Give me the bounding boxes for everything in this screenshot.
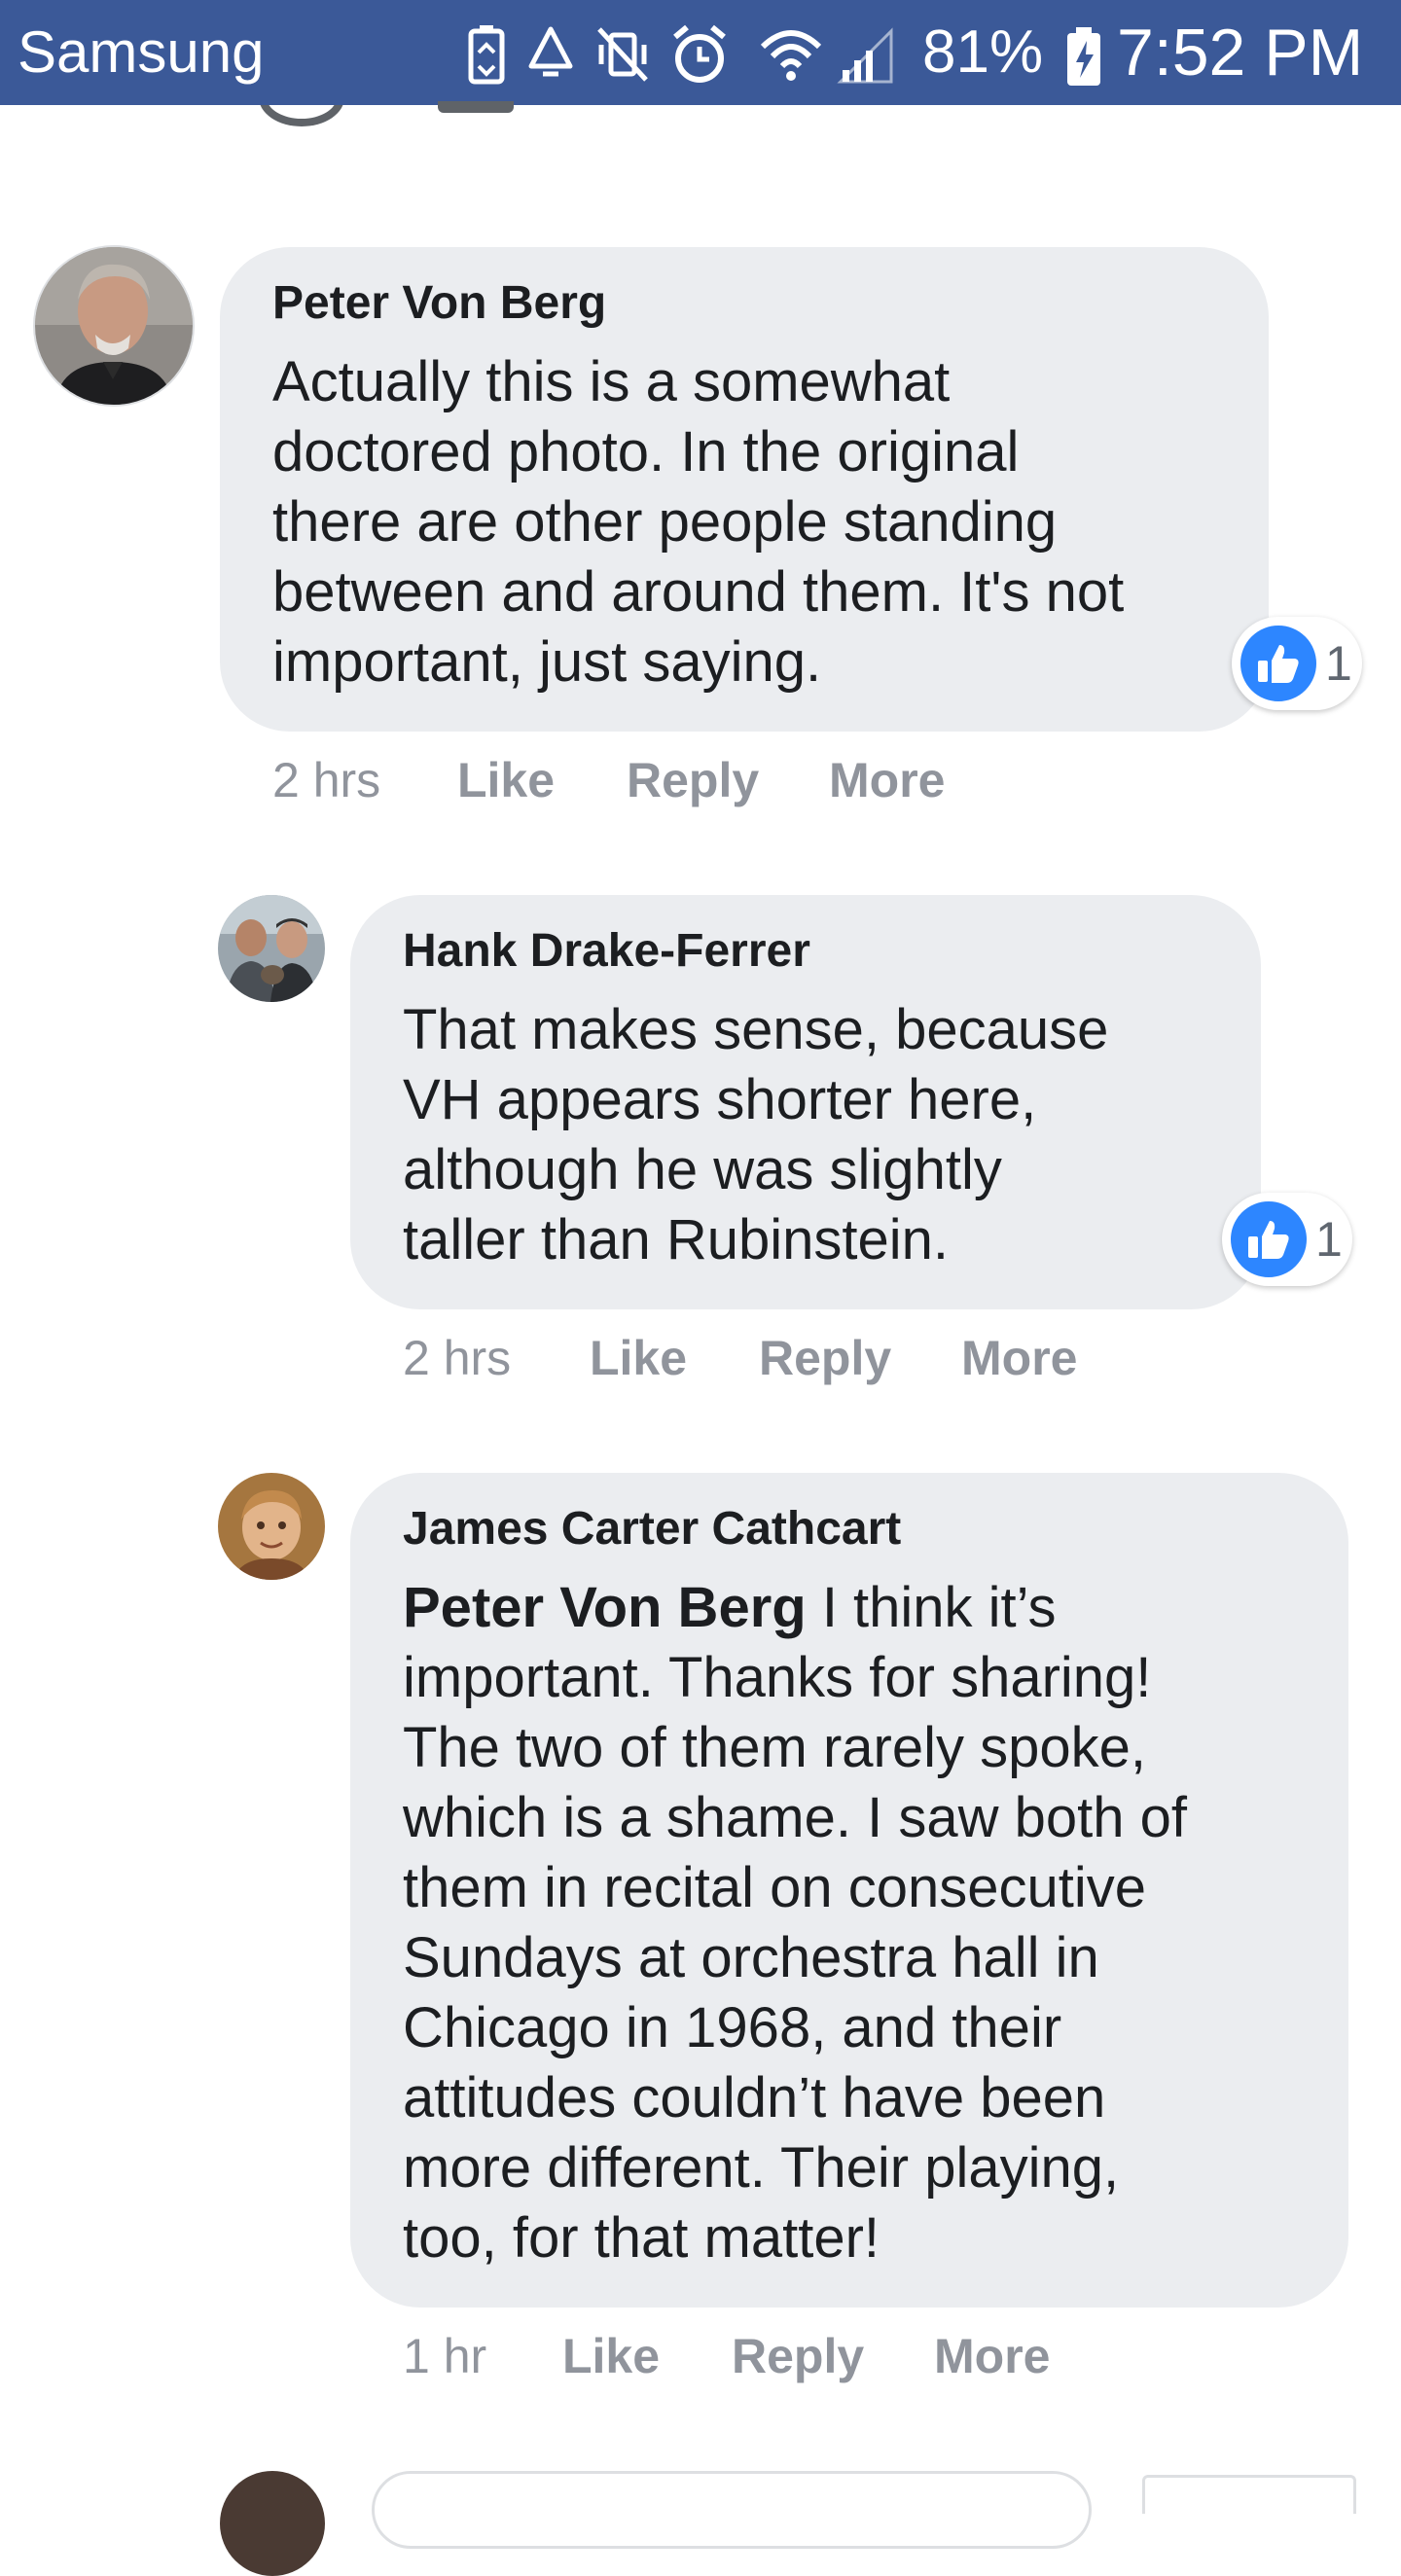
comment-timestamp: 2 hrs (272, 753, 381, 807)
recycle-icon (528, 26, 573, 77)
comment-author[interactable]: Hank Drake-Ferrer (403, 924, 810, 979)
reaction-count: 1 (1315, 1212, 1343, 1267)
comment-text: Peter Von Berg I think it’s important. T… (403, 1576, 1187, 2270)
wifi-icon (760, 30, 822, 81)
comment-timestamp: 1 hr (403, 2329, 487, 2383)
vibrate-icon (597, 27, 648, 82)
comment-timestamp: 2 hrs (403, 1331, 512, 1385)
alarm-icon (673, 24, 726, 83)
reply-button[interactable]: Reply (759, 1327, 891, 1389)
mention-link[interactable]: Peter Von Berg (403, 1576, 807, 1639)
like-button[interactable]: Like (562, 2325, 660, 2387)
signal-icon (837, 27, 893, 84)
like-reaction-icon (1238, 623, 1319, 704)
comment-author[interactable]: James Carter Cathcart (403, 1502, 901, 1556)
status-bar: Samsung 81% 7:52 PM (0, 0, 1401, 105)
reply-button[interactable]: Reply (732, 2325, 864, 2387)
avatar[interactable] (35, 247, 193, 405)
battery-percent: 81% (922, 18, 1044, 86)
scrolled-icon-fragment (438, 101, 514, 113)
like-button[interactable]: Like (590, 1327, 687, 1389)
comment-author[interactable]: Peter Von Berg (272, 276, 606, 331)
clock: 7:52 PM (1117, 16, 1364, 89)
more-button[interactable]: More (934, 2325, 1050, 2387)
avatar[interactable] (218, 1473, 325, 1580)
carrier-name: Samsung (18, 19, 265, 85)
more-button[interactable]: More (829, 749, 945, 811)
like-reaction-icon (1228, 1199, 1310, 1280)
comment-text: Actually this is a somewhat doctored pho… (272, 350, 1125, 694)
battery-charging-icon (1067, 27, 1100, 86)
reaction-summary[interactable]: 1 (1232, 617, 1362, 710)
reaction-summary[interactable]: 1 (1222, 1193, 1352, 1286)
more-button[interactable]: More (961, 1327, 1077, 1389)
comment-bubble[interactable] (372, 2471, 1092, 2549)
reply-button[interactable]: Reply (627, 749, 759, 811)
attachment-preview[interactable] (1142, 2475, 1356, 2514)
battery-saver-icon (468, 25, 505, 85)
like-button[interactable]: Like (457, 749, 555, 811)
avatar[interactable] (218, 895, 325, 1002)
reaction-count: 1 (1325, 636, 1352, 691)
avatar[interactable] (220, 2471, 325, 2576)
comment-text: That makes sense, because VH appears sho… (403, 998, 1109, 1271)
